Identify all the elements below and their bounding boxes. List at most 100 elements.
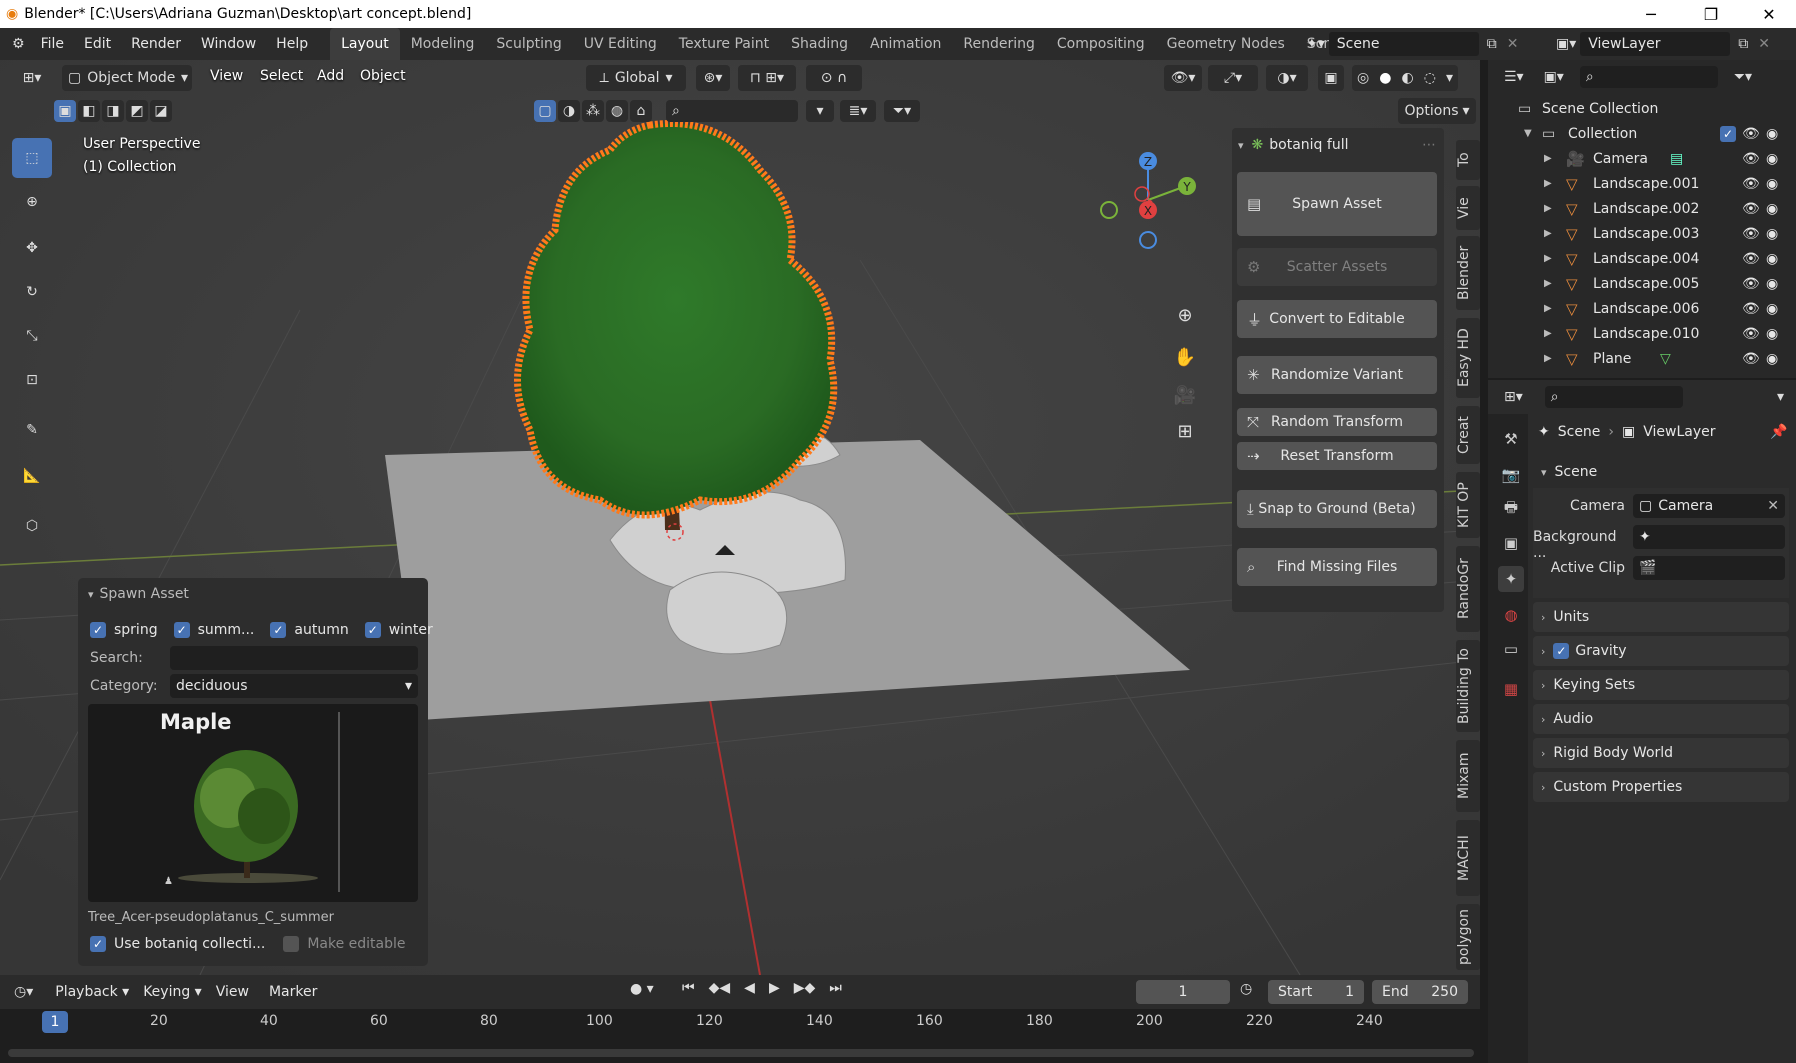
- drag-handle-icon[interactable]: ⋯: [1422, 137, 1436, 153]
- tab-building-to[interactable]: Building To: [1456, 640, 1480, 732]
- tab-blender[interactable]: Blender: [1456, 236, 1480, 310]
- funnel-filter-icon[interactable]: ⏷▾: [884, 100, 920, 122]
- editor-type-icon[interactable]: ⊞▾: [12, 65, 52, 91]
- jump-end-icon[interactable]: ⏭: [829, 980, 842, 996]
- reset-transform-button[interactable]: ⇢ Reset Transform: [1237, 442, 1437, 470]
- expand-triangle-icon[interactable]: ▶: [1544, 328, 1552, 339]
- summer-checkbox[interactable]: ✓: [173, 622, 190, 638]
- gizmo-neg-z[interactable]: [1139, 231, 1157, 249]
- outliner-search-input[interactable]: ⌕: [1579, 66, 1718, 88]
- render-camera-icon[interactable]: ◉: [1766, 226, 1778, 242]
- tab-animation[interactable]: Animation: [859, 28, 952, 60]
- background-scene-field[interactable]: ✦: [1633, 525, 1785, 549]
- timeline-scrollbar[interactable]: [8, 1049, 1474, 1057]
- autumn-checkbox[interactable]: ✓: [270, 622, 287, 638]
- tab-creat[interactable]: Creat: [1456, 406, 1480, 464]
- gizmo-neg-x[interactable]: [1134, 186, 1150, 202]
- rigid-body-world-section[interactable]: › Rigid Body World: [1533, 738, 1789, 768]
- active-clip-field[interactable]: 🎬: [1633, 556, 1785, 580]
- render-camera-icon[interactable]: ◉: [1766, 151, 1778, 167]
- end-frame-field[interactable]: End 250: [1372, 980, 1468, 1004]
- tab-rendering[interactable]: Rendering: [952, 28, 1046, 60]
- eye-icon[interactable]: 👁: [1742, 126, 1760, 142]
- tab-machi[interactable]: MACHI: [1456, 820, 1480, 896]
- transform-orientation-selector[interactable]: ⟂ Global ▾: [586, 65, 686, 91]
- render-camera-icon[interactable]: ◉: [1766, 126, 1778, 142]
- scene-section-header[interactable]: ▾ Scene: [1533, 458, 1789, 486]
- outline-toggle-icon[interactable]: ≣▾: [840, 100, 876, 122]
- visibility-icon[interactable]: 👁▾: [1164, 65, 1202, 91]
- menu-edit[interactable]: Edit: [74, 28, 121, 60]
- playhead[interactable]: 1: [42, 1011, 68, 1033]
- view-layer-icon[interactable]: ▣▾: [1556, 36, 1576, 52]
- measure-tool[interactable]: 📐: [12, 456, 52, 496]
- play-reverse-icon[interactable]: ◀: [744, 980, 755, 996]
- eye-icon[interactable]: 👁: [1742, 276, 1760, 292]
- select-extend-icon[interactable]: ◧: [78, 100, 100, 122]
- keying-sets-section[interactable]: › Keying Sets: [1533, 670, 1789, 700]
- new-scene-icon[interactable]: ⧉: [1487, 36, 1497, 52]
- expand-triangle-icon[interactable]: ▼: [1524, 128, 1532, 139]
- eye-icon[interactable]: 👁: [1742, 201, 1760, 217]
- filter-particles-icon[interactable]: ⁂: [582, 100, 604, 122]
- render-properties-icon[interactable]: 📷: [1498, 462, 1524, 488]
- tab-kit-op[interactable]: KIT OP: [1456, 472, 1480, 538]
- menu-view[interactable]: View: [210, 68, 243, 84]
- eye-icon[interactable]: 👁: [1742, 151, 1760, 167]
- world-properties-icon[interactable]: ◍: [1498, 602, 1524, 628]
- outliner-item[interactable]: ▶ ▽ Landscape.001 👁 ◉: [1488, 171, 1796, 196]
- tab-compositing[interactable]: Compositing: [1046, 28, 1156, 60]
- expand-triangle-icon[interactable]: ▶: [1544, 353, 1552, 364]
- timeline-view-menu[interactable]: View: [216, 984, 249, 1000]
- annotate-tool[interactable]: ✎: [12, 410, 52, 450]
- properties-search-input[interactable]: ⌕: [1544, 386, 1683, 408]
- asset-search-input[interactable]: [170, 646, 418, 670]
- custom-properties-section[interactable]: › Custom Properties: [1533, 772, 1789, 802]
- tab-mixam[interactable]: Mixam: [1456, 740, 1480, 812]
- chevron-down-icon[interactable]: ▾: [1446, 70, 1453, 86]
- playback-menu[interactable]: Playback ▾: [55, 984, 129, 1000]
- tab-shading[interactable]: Shading: [780, 28, 859, 60]
- new-view-layer-icon[interactable]: ⧉: [1738, 36, 1748, 52]
- viewport-search-input[interactable]: ⌕: [666, 100, 798, 122]
- convert-to-editable-button[interactable]: ⏚ Convert to Editable: [1237, 300, 1437, 338]
- tab-tool[interactable]: To: [1456, 140, 1480, 180]
- marker-menu[interactable]: Marker: [269, 984, 317, 1000]
- proportional-editing-icon[interactable]: ⊙ ∩: [806, 65, 862, 91]
- play-icon[interactable]: ▶: [769, 980, 780, 996]
- units-section[interactable]: › Units: [1533, 602, 1789, 632]
- overlays-toggle-icon[interactable]: ◑▾: [1266, 65, 1308, 91]
- botaniq-panel-header[interactable]: ▾ ❋ botaniq full ⋯: [1232, 132, 1444, 158]
- select-box-tool[interactable]: ⬚: [12, 138, 52, 178]
- render-camera-icon[interactable]: ◉: [1766, 201, 1778, 217]
- record-icon[interactable]: ● ▾: [630, 981, 654, 997]
- move-tool[interactable]: ✥: [12, 228, 52, 268]
- tab-uv-editing[interactable]: UV Editing: [573, 28, 668, 60]
- keying-menu[interactable]: Keying ▾: [143, 984, 202, 1000]
- outliner-item[interactable]: ▶ ▽ Landscape.010 👁 ◉: [1488, 321, 1796, 346]
- eye-icon[interactable]: 👁: [1742, 226, 1760, 242]
- eye-icon[interactable]: 👁: [1742, 301, 1760, 317]
- tab-easy-hd[interactable]: Easy HD: [1456, 318, 1480, 398]
- tab-view[interactable]: Vie: [1456, 186, 1480, 230]
- tab-polygon[interactable]: polygon: [1456, 904, 1480, 970]
- gravity-section[interactable]: › ✓ Gravity: [1533, 636, 1789, 666]
- pin-icon[interactable]: 📌: [1770, 424, 1787, 440]
- rotate-tool[interactable]: ↻: [12, 272, 52, 312]
- camera-data-icon[interactable]: ▤: [1670, 151, 1683, 167]
- add-cube-tool[interactable]: ⬡: [12, 506, 52, 546]
- tab-randogr[interactable]: RandoGr: [1456, 546, 1480, 632]
- select-new-icon[interactable]: ▣: [54, 100, 76, 122]
- pan-hand-icon[interactable]: ✋: [1170, 342, 1200, 372]
- render-camera-icon[interactable]: ◉: [1766, 176, 1778, 192]
- scene-icon[interactable]: ✦▾: [1306, 36, 1325, 52]
- gravity-checkbox[interactable]: ✓: [1553, 643, 1570, 659]
- pivot-point-icon[interactable]: ⊛▾: [696, 65, 730, 91]
- mesh-data-icon[interactable]: ▽: [1660, 351, 1671, 367]
- tab-layout[interactable]: Layout: [330, 28, 400, 60]
- filter-sphere-icon[interactable]: ◑: [558, 100, 580, 122]
- menu-help[interactable]: Help: [266, 28, 318, 60]
- expand-triangle-icon[interactable]: ▶: [1544, 278, 1552, 289]
- menu-select[interactable]: Select: [260, 68, 303, 84]
- snap-to-ground-button[interactable]: ⤓ Snap to Ground (Beta): [1237, 490, 1437, 528]
